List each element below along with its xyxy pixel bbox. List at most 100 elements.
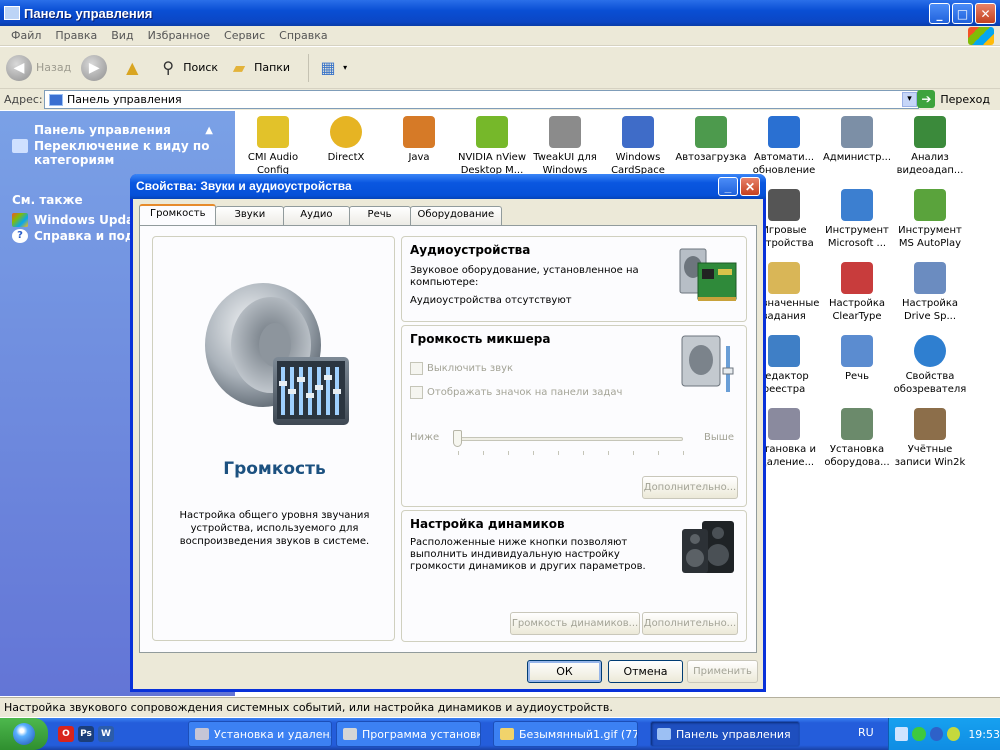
- slider-tick: [683, 451, 684, 455]
- item-label: Анализ видеоадап...: [896, 152, 964, 176]
- control-panel-item[interactable]: Настройка ClearType: [819, 262, 895, 323]
- tab-sounds[interactable]: Звуки: [215, 206, 285, 225]
- pane-title: Панель управления: [34, 123, 171, 137]
- cancel-button[interactable]: Отмена: [608, 660, 683, 683]
- item-label: Администр...: [822, 152, 892, 163]
- menu-help[interactable]: Справка: [272, 29, 334, 42]
- tab-volume[interactable]: Громкость: [139, 204, 217, 225]
- control-panel-item[interactable]: Инструмент Microsoft ...: [819, 189, 895, 250]
- mixer-volume-section: Громкость микшера Выключить звук Отображ…: [401, 325, 747, 507]
- views-button[interactable]: ▦ ▾: [317, 57, 348, 79]
- item-label: Инструмент Microsoft ...: [825, 225, 889, 249]
- dialog-minimize-button[interactable]: _: [718, 177, 738, 196]
- search-label: Поиск: [183, 61, 219, 74]
- tab-audio[interactable]: Аудио: [283, 206, 350, 225]
- toolbar: ◀ Назад ▶ ▲ ⚲ Поиск ▰ Папки ▦ ▾: [0, 47, 1000, 89]
- up-folder-icon: ▲: [126, 58, 139, 77]
- control-panel-item[interactable]: Администр...: [819, 116, 895, 164]
- ok-button[interactable]: ОК: [527, 660, 602, 683]
- address-dropdown-icon[interactable]: ▾: [902, 92, 917, 107]
- go-arrow-icon: ➔: [917, 90, 936, 108]
- system-tray: 19:53: [888, 718, 1000, 750]
- control-panel-item[interactable]: CMI Audio Config: [235, 116, 311, 177]
- volume-slider-track[interactable]: [458, 437, 683, 441]
- tab-hardware[interactable]: Оборудование: [409, 206, 503, 225]
- go-button[interactable]: ➔ Переход: [917, 90, 990, 108]
- control-panel-item[interactable]: Настройка Drive Sp...: [892, 262, 968, 323]
- opera-icon[interactable]: O: [58, 726, 74, 742]
- control-panel-item[interactable]: Анализ видеоадап...: [892, 116, 968, 177]
- apply-button[interactable]: Применить: [687, 660, 758, 683]
- checkbox-box: [410, 386, 423, 399]
- close-button[interactable]: ✕: [975, 3, 996, 24]
- search-button[interactable]: ⚲ Поиск: [157, 57, 218, 79]
- control-panel-item[interactable]: Речь: [819, 335, 895, 383]
- item-label: Учётные записи Win2k: [894, 444, 966, 468]
- collapse-chevron-icon[interactable]: ▲: [205, 125, 213, 136]
- forward-arrow-icon: ▶: [81, 54, 108, 81]
- control-panel-item[interactable]: DirectX: [308, 116, 384, 164]
- taskbar: O Ps W Установка и удален... Программа у…: [0, 718, 1000, 750]
- control-panel-item[interactable]: Инструмент MS AutoPlay: [892, 189, 968, 250]
- speaker-volume-button[interactable]: Громкость динамиков...: [510, 612, 640, 635]
- photoshop-icon[interactable]: Ps: [78, 726, 94, 742]
- tab-speech[interactable]: Речь: [348, 206, 411, 225]
- network-icon[interactable]: [895, 727, 909, 741]
- mute-checkbox[interactable]: Выключить звук: [410, 362, 513, 375]
- task-image[interactable]: Безымянный1.gif (77...: [493, 721, 638, 747]
- word-icon[interactable]: W: [98, 726, 114, 742]
- task-control-panel[interactable]: Панель управления: [650, 721, 800, 747]
- directx-icon: [330, 116, 362, 148]
- control-panel-item[interactable]: NVIDIA nView Desktop M...: [454, 116, 530, 177]
- menu-edit[interactable]: Правка: [48, 29, 104, 42]
- status-blue-icon[interactable]: [929, 727, 943, 741]
- item-label: Речь: [845, 371, 869, 382]
- menu-tools[interactable]: Сервис: [217, 29, 272, 42]
- task-label: Установка и удален...: [214, 727, 332, 741]
- nvidia-icon: [476, 116, 508, 148]
- task-label: Программа установк...: [362, 727, 481, 741]
- task-add-remove[interactable]: Установка и удален...: [188, 721, 332, 747]
- address-field[interactable]: Панель управления ▾: [44, 90, 919, 109]
- up-folder-button[interactable]: ▲: [121, 57, 147, 79]
- menu-favorites[interactable]: Избранное: [141, 29, 217, 42]
- control-panel-item[interactable]: Установка оборудова...: [819, 408, 895, 469]
- control-panel-item[interactable]: Java: [381, 116, 457, 164]
- control-panel-item[interactable]: Windows CardSpace: [600, 116, 676, 177]
- folders-button[interactable]: ▰ Папки: [228, 57, 290, 79]
- help-link[interactable]: ? Справка и подд: [12, 229, 144, 243]
- control-panel-item[interactable]: Автомати... обновление: [746, 116, 822, 177]
- mixer-advanced-button[interactable]: Дополнительно...: [642, 476, 738, 499]
- task-label: Безымянный1.gif (77...: [519, 727, 638, 741]
- control-panel-item[interactable]: Автозагрузка: [673, 116, 749, 164]
- status-green-icon[interactable]: [912, 727, 926, 741]
- address-value: Панель управления: [67, 93, 182, 106]
- switch-to-category-view-link[interactable]: Переключение к виду по категориям: [12, 139, 217, 167]
- back-button[interactable]: ◀ Назад: [6, 54, 71, 81]
- volume-slider-thumb[interactable]: [453, 430, 462, 447]
- control-panel-item[interactable]: Учётные записи Win2k: [892, 408, 968, 469]
- menu-file[interactable]: Файл: [4, 29, 48, 42]
- startup-icon: [695, 116, 727, 148]
- windows-update-link[interactable]: Windows Updat: [12, 213, 144, 227]
- help-label: Справка и подд: [34, 229, 145, 243]
- control-panel-item[interactable]: Свойства обозревателя: [892, 335, 968, 396]
- antivirus-icon[interactable]: [946, 727, 961, 741]
- start-button[interactable]: [0, 718, 48, 750]
- task-installer[interactable]: Программа установк...: [336, 721, 481, 747]
- minimize-button[interactable]: _: [929, 3, 950, 24]
- item-label: TweakUI для Windows: [533, 152, 597, 176]
- speakers-heading: Настройка динамиков: [410, 517, 565, 531]
- show-tray-icon-checkbox[interactable]: Отображать значок на панели задач: [410, 386, 622, 399]
- registry-editor-icon: [768, 335, 800, 367]
- speech-icon: [841, 335, 873, 367]
- dialog-close-button[interactable]: ✕: [740, 177, 760, 196]
- language-indicator[interactable]: RU: [858, 726, 874, 739]
- maximize-button[interactable]: □: [952, 3, 973, 24]
- speaker-advanced-button[interactable]: Дополнительно...: [642, 612, 738, 635]
- menu-view[interactable]: Вид: [104, 29, 140, 42]
- forward-button[interactable]: ▶: [81, 54, 111, 81]
- go-label: Переход: [940, 92, 990, 106]
- item-label: Java: [408, 152, 430, 163]
- control-panel-item[interactable]: TweakUI для Windows: [527, 116, 603, 177]
